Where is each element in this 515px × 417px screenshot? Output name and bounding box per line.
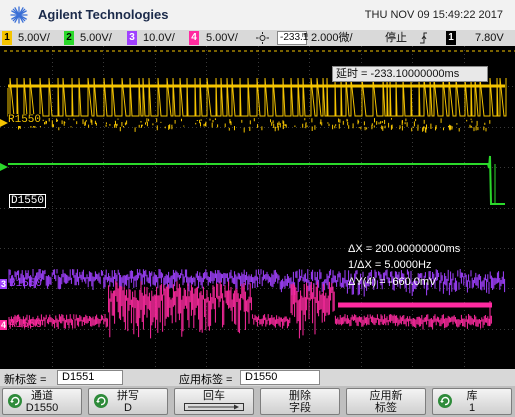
ch4-scale: 5.00V/ bbox=[206, 32, 238, 44]
delete-softkey-value: 字段 bbox=[289, 402, 311, 414]
label-row: 新标签 = D1551 应用标签 = D1550 bbox=[0, 369, 515, 386]
ch4-trace bbox=[8, 281, 492, 339]
cursor-delta-y: ΔY(4) = -660.0mV bbox=[348, 276, 437, 288]
delay-unit: m bbox=[302, 32, 308, 39]
ch2-trace bbox=[8, 155, 505, 205]
label-r: R1550 bbox=[8, 114, 42, 126]
timebase: 2.000微/ bbox=[311, 32, 353, 44]
waveform-display[interactable]: 延时 = -233.10000000ms R1550 D1550 3 B1550… bbox=[0, 46, 515, 369]
enter-softkey-title: 回车 bbox=[203, 390, 225, 402]
new-label-value: D1551 bbox=[62, 371, 95, 383]
brand-name: Agilent Technologies bbox=[38, 7, 169, 22]
trigger-edge-icon bbox=[420, 32, 427, 44]
status-bar: 1 5.00V/ 2 5.00V/ 3 10.0V/ 4 5.00V/ -233… bbox=[0, 30, 515, 46]
ch3-ground-marker: 3 bbox=[0, 279, 8, 289]
label-a: A1550 bbox=[9, 319, 43, 331]
new-label-caption: 新标签 = bbox=[4, 374, 47, 386]
ch1-indicator[interactable]: 1 bbox=[2, 31, 12, 45]
ch1-ground-marker bbox=[0, 119, 8, 127]
apply-softkey-value: 标签 bbox=[375, 402, 397, 414]
delay-box[interactable]: -233.1 m bbox=[277, 31, 308, 45]
delete-softkey-title: 删除 bbox=[289, 390, 311, 402]
ch3-scale: 10.0V/ bbox=[143, 32, 175, 44]
ch2-scale: 5.00V/ bbox=[80, 32, 112, 44]
run-state: 停止 bbox=[385, 32, 407, 44]
cursor-inverse-delta-x: 1/ΔX = 5.0000Hz bbox=[348, 259, 432, 271]
waveform-canvas bbox=[0, 46, 515, 369]
cursor-delta-x: ΔX = 200.00000000ms bbox=[348, 243, 461, 255]
label-d: D1550 bbox=[9, 194, 47, 208]
trigger-channel[interactable]: 1 bbox=[446, 31, 456, 45]
ch1-noise bbox=[8, 118, 491, 133]
brightness-icon bbox=[256, 32, 269, 44]
title-bar: Agilent Technologies THU NOV 09 15:49:22… bbox=[0, 0, 515, 30]
enter-softkey[interactable]: 回车 bbox=[174, 388, 254, 415]
ch1-scale: 5.00V/ bbox=[18, 32, 50, 44]
delete-field-softkey[interactable]: 删除 字段 bbox=[260, 388, 340, 415]
spell-softkey[interactable]: 拼写 D bbox=[88, 388, 168, 415]
applied-label-field[interactable]: D1550 bbox=[240, 370, 320, 385]
trigger-level: 7.80V bbox=[475, 32, 504, 44]
channel-softkey[interactable]: 通道 D1550 bbox=[2, 388, 82, 415]
applied-label-caption: 应用标签 = bbox=[179, 374, 233, 386]
label-b: B1550 bbox=[9, 278, 43, 290]
apply-new-label-softkey[interactable]: 应用新 标签 bbox=[346, 388, 426, 415]
rotate-knob-icon bbox=[438, 394, 452, 408]
ch1-trace bbox=[7, 77, 507, 117]
applied-label-value: D1550 bbox=[245, 371, 278, 383]
library-softkey[interactable]: 库 1 bbox=[432, 388, 512, 415]
delay-readout: 延时 = -233.10000000ms bbox=[332, 66, 488, 82]
rotate-knob-icon bbox=[8, 394, 22, 408]
apply-softkey-title: 应用新 bbox=[369, 390, 403, 402]
ch4-ground-marker: 4 bbox=[0, 320, 8, 330]
new-label-field[interactable]: D1551 bbox=[57, 370, 123, 385]
ch4-indicator[interactable]: 4 bbox=[189, 31, 199, 45]
ch3-indicator[interactable]: 3 bbox=[127, 31, 137, 45]
ch2-ground-marker bbox=[0, 163, 8, 171]
enter-arrow-icon bbox=[184, 403, 244, 411]
rotate-knob-icon bbox=[94, 394, 108, 408]
agilent-logo-icon bbox=[10, 6, 28, 24]
ch2-indicator[interactable]: 2 bbox=[64, 31, 74, 45]
datetime: THU NOV 09 15:49:22 2017 bbox=[364, 9, 503, 21]
softkey-row: 通道 D1550 拼写 D 回车 删除 字段 应用新 标签 库 1 bbox=[0, 386, 515, 417]
